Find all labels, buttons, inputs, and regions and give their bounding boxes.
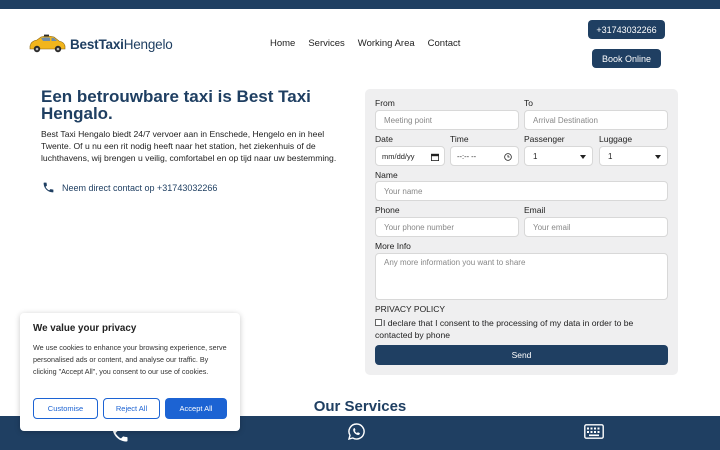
time-input[interactable]: --:-- -- [450,146,519,166]
contact-text: Neem direct contact op +31743032266 [62,182,218,193]
passenger-select[interactable]: 1 [524,146,593,166]
nav-working-area[interactable]: Working Area [358,38,415,49]
top-bar [0,0,720,9]
nav-contact[interactable]: Contact [428,38,461,49]
more-info-textarea[interactable]: Any more information you want to share [375,253,668,300]
phone-label: Phone [375,205,400,215]
time-label: Time [450,134,469,144]
customise-button[interactable]: Customise [33,398,98,419]
to-label: To [524,98,533,108]
consent-row: I declare that I consent to the processi… [375,317,665,341]
booking-form: From Meeting point To Arrival Destinatio… [365,89,678,375]
hero-title: Een betrouwbare taxi is Best Taxi Hengal… [41,87,311,123]
phone-icon [43,182,54,193]
taxi-icon [29,34,66,53]
luggage-select[interactable]: 1 [599,146,668,166]
name-label: Name [375,170,398,180]
main-nav: Home Services Working Area Contact [270,38,473,49]
email-label: Email [524,205,546,215]
consent-text: I declare that I consent to the processi… [375,318,634,340]
brand-name-bold: BestTaxi [70,36,124,52]
date-label: Date [375,134,393,144]
contact-link[interactable]: Neem direct contact op +31743032266 [42,181,217,194]
reject-all-button[interactable]: Reject All [103,398,160,419]
time-value: --:-- -- [457,151,477,161]
chevron-down-icon [580,155,586,159]
luggage-label: Luggage [599,134,633,144]
whatsapp-icon[interactable] [347,422,366,441]
cookie-title: We value your privacy [33,323,137,334]
nav-home[interactable]: Home [270,38,295,49]
privacy-policy-label: PRIVACY POLICY [375,304,446,314]
from-input[interactable]: Meeting point [375,110,519,130]
from-label: From [375,98,395,108]
passenger-label: Passenger [524,134,565,144]
consent-checkbox[interactable] [375,319,382,326]
chevron-down-icon [655,155,661,159]
brand-name-rest: Hengelo [123,36,173,52]
accept-all-button[interactable]: Accept All [165,398,227,419]
calendar-icon [431,153,439,161]
hero-text: Best Taxi Hengalo biedt 24/7 vervoer aan… [41,129,337,163]
phone-input[interactable]: Your phone number [375,217,519,237]
brand-name: BestTaxiHengelo [70,37,173,52]
cookie-banner: We value your privacy We use cookies to … [20,313,240,431]
phone-button[interactable]: +31743032266 [588,20,665,39]
date-value: mm/dd/yy [382,151,415,161]
send-button[interactable]: Send [375,345,668,365]
luggage-value: 1 [608,151,613,161]
book-online-button[interactable]: Book Online [592,49,661,68]
nav-services[interactable]: Services [308,38,344,49]
clock-icon [504,153,512,161]
to-input[interactable]: Arrival Destination [524,110,668,130]
keyboard-icon[interactable] [584,424,604,439]
name-input[interactable]: Your name [375,181,668,201]
date-input[interactable]: mm/dd/yy [375,146,445,166]
more-info-label: More Info [375,241,411,251]
email-input[interactable]: Your email [524,217,668,237]
passenger-value: 1 [533,151,538,161]
logo[interactable]: BestTaxiHengelo [27,34,173,54]
cookie-text: We use cookies to enhance your browsing … [33,343,227,376]
